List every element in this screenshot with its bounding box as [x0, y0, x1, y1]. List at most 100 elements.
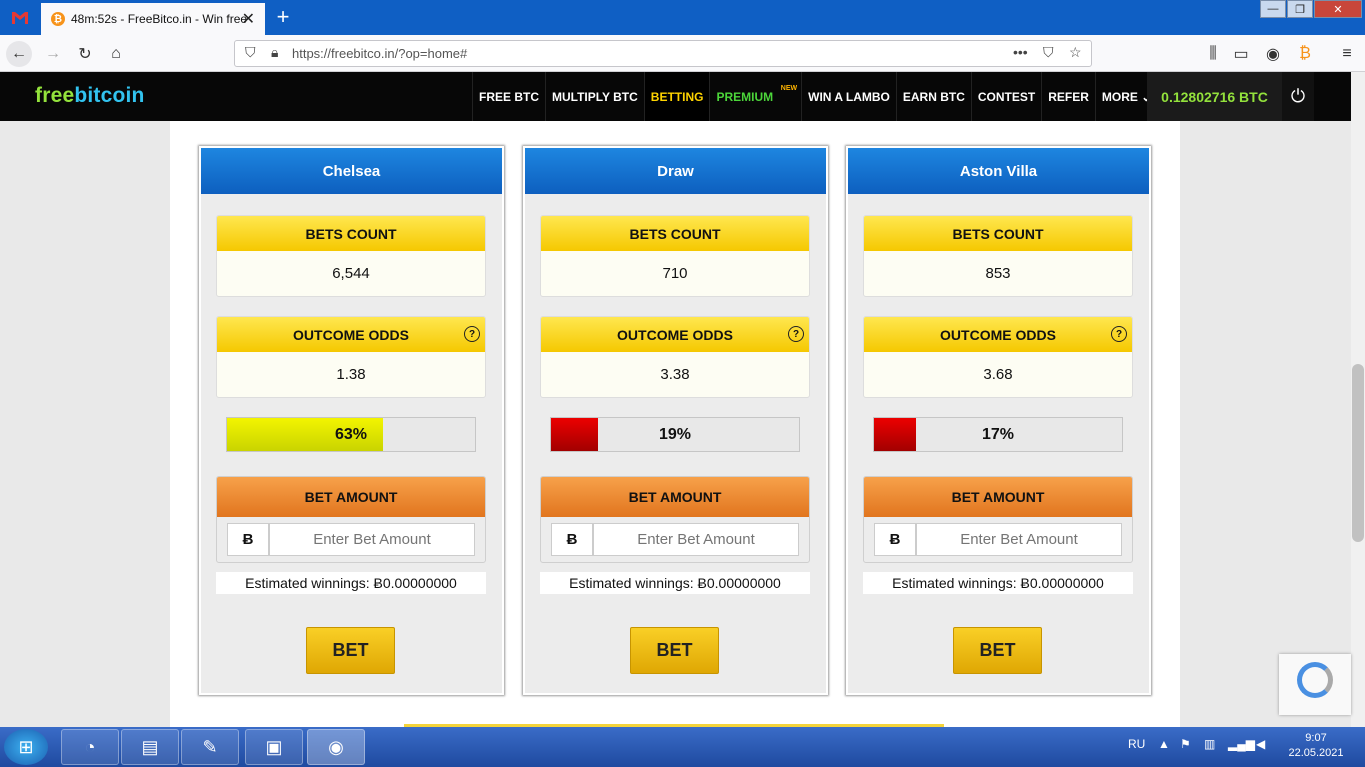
account-icon[interactable]: ◉ — [1260, 41, 1286, 67]
bitcoin-extension-icon[interactable]: ₿ — [1292, 41, 1318, 67]
hamburger-menu-icon[interactable]: ≡ — [1334, 41, 1360, 67]
bet-amount-box: BET AMOUNT Ƀ — [863, 476, 1133, 563]
recaptcha-badge[interactable] — [1279, 654, 1351, 715]
windows-taskbar: ⊞ ◔ ▤ ✎ ▣ ◉ RU ▲ ⚑ ▥ ▂▄▆ ◀ 9:07 22.05.20… — [0, 727, 1365, 767]
logo-part-bitcoin: bitcoin — [74, 84, 145, 107]
bet-button[interactable]: BET — [953, 627, 1042, 674]
file-explorer-taskbar-icon[interactable]: ▤ — [121, 729, 179, 765]
help-question-icon[interactable]: ? — [464, 326, 480, 342]
bets-count-label: BETS COUNT — [864, 216, 1132, 251]
tab-title: 48m:52s - FreeBitco.in - Win free — [71, 12, 247, 26]
estimated-winnings: Estimated winnings: Ƀ0.00000000 — [216, 572, 486, 594]
show-hidden-icons-icon[interactable]: ▲ — [1158, 737, 1170, 751]
bet-amount-label: BET AMOUNT — [864, 477, 1132, 517]
scrollbar-thumb[interactable] — [1352, 364, 1364, 542]
menu-refer[interactable]: REFER — [1041, 72, 1095, 121]
clock-time: 9:07 — [1305, 732, 1327, 744]
browser-tab-active[interactable]: ₿ 48m:52s - FreeBitco.in - Win free ✕ — [41, 3, 265, 35]
lock-icon[interactable]: 🔒︎ — [271, 44, 278, 61]
help-question-icon[interactable]: ? — [788, 326, 804, 342]
bookmark-star-icon[interactable]: ☆ — [1069, 44, 1082, 61]
bets-count-value: 853 — [985, 265, 1011, 282]
back-arrow-icon[interactable]: ← — [6, 41, 32, 67]
bet-button[interactable]: BET — [630, 627, 719, 674]
outcome-card: Chelsea BETS COUNT 6,544 OUTCOME ODDS? 1… — [199, 146, 504, 695]
bets-count-box: BETS COUNT 6,544 — [216, 215, 486, 297]
outcome-card: Draw BETS COUNT 710 OUTCOME ODDS? 3.38 1… — [523, 146, 828, 695]
bets-count-value: 710 — [662, 265, 688, 282]
taskbar-clock[interactable]: 9:07 22.05.2021 — [1280, 731, 1352, 761]
browser-nav-bar: ← → ↻ ⌂ ⛉ 🔒︎ https://freebitco.in/?op=ho… — [0, 35, 1365, 72]
firefox-taskbar-icon[interactable]: ◉ — [307, 729, 365, 765]
bet-amount-label: BET AMOUNT — [541, 477, 809, 517]
minimize-button[interactable]: — — [1260, 0, 1286, 18]
notepad-taskbar-icon[interactable]: ✎ — [181, 729, 239, 765]
bet-amount-input[interactable] — [593, 523, 799, 556]
menu-betting[interactable]: BETTING — [643, 72, 710, 121]
gmail-tab-icon[interactable] — [0, 0, 40, 35]
btc-balance: 0.12802716 BTC — [1147, 72, 1282, 121]
windows-start-button[interactable]: ⊞ — [4, 729, 48, 765]
shield-icon[interactable]: ⛉ — [245, 44, 256, 61]
forward-arrow-icon[interactable]: → — [40, 41, 66, 67]
btc-symbol-icon: Ƀ — [551, 523, 593, 556]
bet-amount-input[interactable] — [916, 523, 1122, 556]
phpstorm-taskbar-icon[interactable]: ▣ — [245, 729, 303, 765]
menu-multiply-btc[interactable]: MULTIPLY BTC — [545, 72, 644, 121]
outcome-odds-box: OUTCOME ODDS? 3.38 — [540, 316, 810, 398]
language-indicator[interactable]: RU — [1128, 737, 1145, 751]
bet-share-bar: 17% — [873, 417, 1123, 452]
outcome-odds-box: OUTCOME ODDS? 1.38 — [216, 316, 486, 398]
pocket-icon[interactable]: ⛉ — [1043, 44, 1054, 61]
outcome-odds-value: 3.68 — [983, 366, 1013, 383]
estimated-winnings: Estimated winnings: Ƀ0.00000000 — [863, 572, 1133, 594]
window-close-button[interactable]: ✕ — [1314, 0, 1362, 18]
action-center-flag-icon[interactable]: ⚑ — [1180, 737, 1191, 751]
logout-power-icon[interactable]: ⏻ — [1282, 72, 1314, 121]
volume-icon[interactable]: ◀ — [1256, 737, 1265, 751]
page-actions-icon[interactable]: ••• — [1013, 44, 1028, 60]
betting-content: Chelsea BETS COUNT 6,544 OUTCOME ODDS? 1… — [170, 121, 1180, 727]
site-header: freebitcoin FREE BTC MULTIPLY BTC BETTIN… — [0, 72, 1365, 121]
bet-amount-input[interactable] — [269, 523, 475, 556]
logo-part-free: free — [35, 84, 75, 107]
outcome-card: Aston Villa BETS COUNT 853 OUTCOME ODDS?… — [846, 146, 1151, 695]
outcome-odds-value: 1.38 — [336, 366, 366, 383]
reload-icon[interactable]: ↻ — [72, 41, 98, 67]
maximize-button[interactable]: ❐ — [1287, 0, 1313, 18]
bet-share-bar: 63% — [226, 417, 476, 452]
new-tab-button[interactable]: + — [272, 3, 294, 31]
bitcoin-favicon-icon: ₿ — [51, 12, 65, 26]
device-icon[interactable]: ▥ — [1204, 737, 1215, 751]
network-signal-icon[interactable]: ▂▄▆ — [1228, 737, 1255, 751]
bets-count-value: 6,544 — [332, 265, 370, 282]
bet-amount-box: BET AMOUNT Ƀ — [216, 476, 486, 563]
bets-count-box: BETS COUNT 853 — [863, 215, 1133, 297]
menu-contest[interactable]: CONTEST — [970, 72, 1041, 121]
main-menu: FREE BTC MULTIPLY BTC BETTING PREMIUM NEW… — [472, 72, 1157, 121]
edge-taskbar-icon[interactable]: ◔ — [61, 729, 119, 765]
menu-premium-label: PREMIUM — [716, 89, 774, 104]
url-text[interactable]: https://freebitco.in/?op=home# — [292, 46, 467, 61]
library-icon[interactable]: ⫼ — [1200, 41, 1226, 67]
menu-premium[interactable]: PREMIUM NEW — [709, 72, 801, 121]
sidebar-icon[interactable]: ▭ — [1228, 41, 1254, 67]
bet-share-bar: 19% — [550, 417, 800, 452]
menu-win-a-lambo[interactable]: WIN A LAMBO — [801, 72, 896, 121]
outcome-odds-label: OUTCOME ODDS — [617, 326, 733, 343]
address-bar[interactable]: ⛉ 🔒︎ https://freebitco.in/?op=home# ••• … — [234, 40, 1092, 67]
btc-symbol-icon: Ƀ — [227, 523, 269, 556]
estimated-winnings: Estimated winnings: Ƀ0.00000000 — [540, 572, 810, 594]
menu-earn-btc[interactable]: EARN BTC — [895, 72, 971, 121]
bet-share-percent: 17% — [981, 425, 1015, 443]
bet-button[interactable]: BET — [306, 627, 395, 674]
menu-free-btc[interactable]: FREE BTC — [472, 72, 545, 121]
help-question-icon[interactable]: ? — [1111, 326, 1127, 342]
freebitcoin-logo[interactable]: freebitcoin — [35, 84, 145, 108]
close-tab-icon[interactable]: ✕ — [242, 9, 255, 29]
bets-count-box: BETS COUNT 710 — [540, 215, 810, 297]
outcome-team-name: Chelsea — [201, 148, 502, 194]
home-icon[interactable]: ⌂ — [103, 41, 129, 67]
page-scrollbar[interactable] — [1351, 72, 1365, 727]
browser-tab-bar: ₿ 48m:52s - FreeBitco.in - Win free ✕ + … — [0, 0, 1365, 35]
